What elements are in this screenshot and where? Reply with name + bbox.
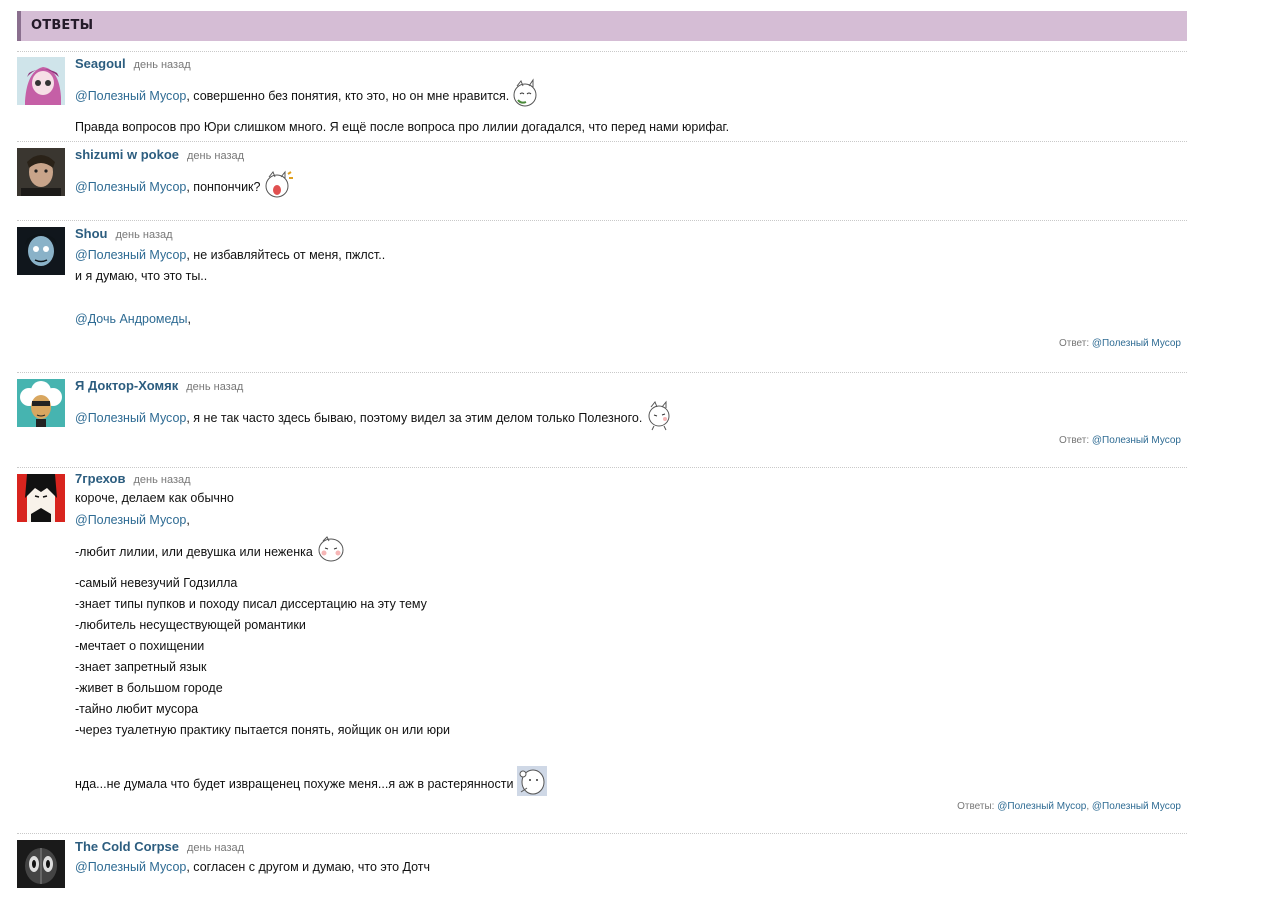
mention-link[interactable]: @Дочь Андромеды: [75, 312, 187, 326]
mention-link[interactable]: @Полезный Мусор: [75, 860, 186, 874]
avatar[interactable]: [17, 474, 65, 522]
list-item: -мечтает о похищении: [75, 639, 205, 653]
emoticon-icon: [515, 764, 549, 805]
comment-item: 7грехов день назад короче, делаем как обы…: [17, 467, 1187, 833]
comment-text: , совершенно без понятия, кто это, но он…: [186, 88, 510, 103]
reply-mention-link[interactable]: @Полезный Мусор: [1092, 801, 1181, 812]
comment-time: день назад: [133, 474, 191, 486]
comment-text: ,: [187, 312, 191, 326]
comment-time: день назад: [186, 381, 244, 393]
comment-text: ,: [186, 513, 190, 527]
comment-text: , не избавляйтесь от меня, пжлст..: [186, 248, 386, 262]
author-link[interactable]: Я Доктор-Хомяк: [75, 378, 178, 393]
comment-text: Правда вопросов про Юри слишком много. Я…: [75, 120, 730, 134]
reply-label: Ответ:: [1058, 338, 1090, 349]
reply-info: Ответы: @Полезный Мусор, @Полезный Мусор: [957, 801, 1181, 812]
section-title: ОТВЕТЫ: [17, 11, 1187, 41]
comment-item: Я Доктор-Хомяк день назад @Полезный Мусор…: [17, 372, 1187, 467]
list-item: -знает типы пупков и походу писал диссер…: [75, 597, 427, 611]
list-item: -живет в большом городе: [75, 681, 223, 695]
comment-text: нда...не думала что будет извращенец пох…: [75, 776, 514, 791]
reply-info: Ответ: @Полезный Мусор: [1059, 435, 1181, 446]
reply-label: Ответы:: [957, 801, 995, 812]
reply-mention-link[interactable]: @Полезный Мусор: [997, 801, 1086, 812]
comment-time: день назад: [133, 59, 191, 71]
replies-section: ОТВЕТЫ Seagoul день назад @Полезный Мусор…: [17, 11, 1187, 899]
comment-time: день назад: [115, 229, 173, 241]
comment-text: и я думаю, что это ты..: [75, 269, 208, 283]
author-link[interactable]: Shou: [75, 226, 108, 241]
comment-text: , согласен с другом и думаю, что это Дот…: [186, 860, 431, 874]
mention-link[interactable]: @Полезный Мусор: [75, 513, 186, 527]
author-link[interactable]: shizumi w pokoe: [75, 147, 179, 162]
comment-item: Seagoul день назад @Полезный Мусор, совер…: [17, 51, 1187, 141]
comment-item: shizumi w pokoe день назад @Полезный Мусо…: [17, 141, 1187, 220]
emoticon-icon: [262, 168, 294, 207]
reply-label: Ответ:: [1058, 435, 1090, 446]
comment-text: , понпончик?: [186, 179, 261, 194]
list-item: -самый невезучий Годзилла: [75, 576, 238, 590]
reply-mention-link[interactable]: @Полезный Мусор: [1092, 338, 1181, 349]
reply-mention-link[interactable]: @Полезный Мусор: [1092, 435, 1181, 446]
mention-link[interactable]: @Полезный Мусор: [75, 248, 186, 262]
mention-link[interactable]: @Полезный Мусор: [75, 180, 186, 194]
avatar[interactable]: [17, 840, 65, 888]
list-item: -знает запретный язык: [75, 660, 207, 674]
comment-time: день назад: [187, 150, 245, 162]
author-link[interactable]: The Cold Corpse: [75, 839, 179, 854]
emoticon-icon: [644, 399, 674, 438]
list-item: -через туалетную практику пытается понят…: [75, 723, 451, 737]
comment-item: The Cold Corpse день назад @Полезный Мусо…: [17, 833, 1187, 899]
emoticon-icon: [315, 533, 347, 572]
comment-text: короче, делаем как обычно: [75, 491, 234, 505]
avatar[interactable]: [17, 57, 65, 105]
comment-time: день назад: [187, 842, 245, 854]
list-item: -любитель несуществующей романтики: [75, 618, 306, 632]
reply-info: Ответ: @Полезный Мусор: [1059, 338, 1181, 349]
comment-item: Shou день назад @Полезный Мусор, не избав…: [17, 220, 1187, 372]
avatar[interactable]: [17, 148, 65, 196]
author-link[interactable]: Seagoul: [75, 56, 126, 71]
avatar[interactable]: [17, 227, 65, 275]
list-item: -любит лилии, или девушка или неженка: [75, 544, 313, 559]
author-link[interactable]: 7грехов: [75, 471, 125, 486]
avatar[interactable]: [17, 379, 65, 427]
list-item: -тайно любит мусора: [75, 702, 199, 716]
comment-text: , я не так часто здесь бываю, поэтому ви…: [186, 410, 643, 425]
mention-link[interactable]: @Полезный Мусор: [75, 89, 186, 103]
mention-link[interactable]: @Полезный Мусор: [75, 411, 186, 425]
emoticon-icon: [511, 78, 539, 115]
